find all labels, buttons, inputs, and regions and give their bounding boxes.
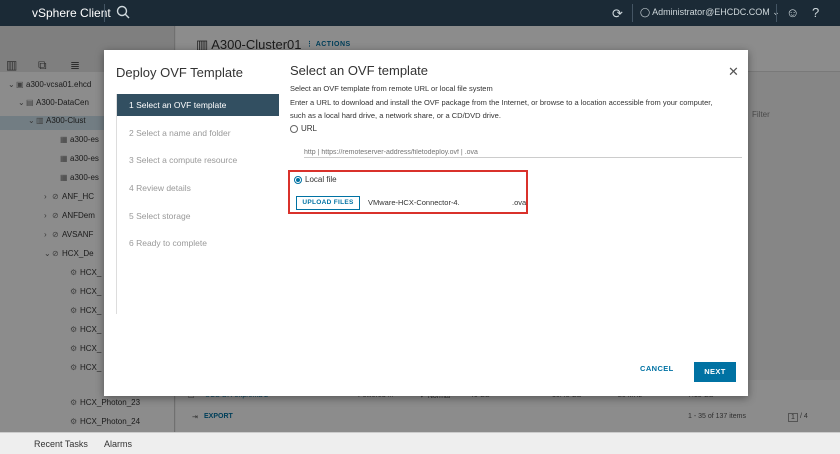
divider: [632, 4, 633, 22]
help-icon[interactable]: ?: [812, 5, 819, 20]
step-review-details: 4 Review details: [129, 183, 191, 193]
alarms-tab[interactable]: Alarms: [104, 439, 132, 449]
next-button[interactable]: NEXT: [694, 362, 736, 382]
step-compute-resource: 3 Select a compute resource: [129, 155, 238, 165]
url-radio-label: URL: [301, 124, 318, 133]
wizard-content: Select an OVF template ✕ Select an OVF t…: [288, 50, 748, 396]
upload-files-button[interactable]: UPLOAD FILES: [296, 196, 360, 210]
divider: [776, 4, 777, 22]
step-select-template[interactable]: 1 Select an OVF template: [117, 94, 279, 116]
selected-file-extension: .ova: [512, 198, 527, 207]
description-line: Enter a URL to download and install the …: [290, 98, 713, 107]
description-line: Select an OVF template from remote URL o…: [290, 84, 493, 93]
step-ready-complete: 6 Ready to complete: [129, 238, 207, 248]
top-bar: vSphere Client ⟳ ◯ Administrator@EHCDC.C…: [0, 0, 840, 26]
cancel-button[interactable]: CANCEL: [640, 364, 674, 373]
deploy-ovf-dialog: Deploy OVF Template 1 Select an OVF temp…: [104, 50, 748, 396]
step-title: Select an OVF template: [290, 63, 429, 78]
user-menu[interactable]: ◯ Administrator@EHCDC.COM ⌄: [640, 7, 780, 18]
step-name-folder: 2 Select a name and folder: [129, 128, 231, 138]
wizard-steps: 1 Select an OVF template 2 Select a name…: [116, 94, 279, 314]
close-icon[interactable]: ✕: [728, 64, 739, 80]
search-icon[interactable]: [116, 5, 130, 19]
user-icon: ◯: [640, 7, 653, 17]
dialog-title: Deploy OVF Template: [116, 65, 243, 80]
feedback-icon[interactable]: ☺: [786, 5, 799, 20]
user-name: Administrator@EHCDC.COM: [652, 7, 770, 17]
wizard-sidebar: Deploy OVF Template 1 Select an OVF temp…: [104, 50, 284, 396]
bottom-bar: Recent Tasks Alarms: [0, 432, 840, 454]
selected-file-name: VMware-HCX-Connector-4.: [368, 198, 460, 207]
local-file-radio[interactable]: [294, 176, 302, 184]
description-line: such as a local hard drive, a network sh…: [290, 111, 501, 120]
url-input[interactable]: [304, 146, 742, 158]
url-radio[interactable]: [290, 125, 298, 133]
local-file-label: Local file: [305, 175, 337, 184]
refresh-icon[interactable]: ⟳: [612, 6, 623, 22]
highlight-box: Local file UPLOAD FILES VMware-HCX-Conne…: [288, 170, 528, 214]
app-title: vSphere Client: [32, 6, 111, 20]
divider: [104, 4, 105, 22]
step-select-storage: 5 Select storage: [129, 211, 191, 221]
chevron-down-icon: ⌄: [769, 7, 780, 17]
recent-tasks-tab[interactable]: Recent Tasks: [34, 439, 88, 449]
